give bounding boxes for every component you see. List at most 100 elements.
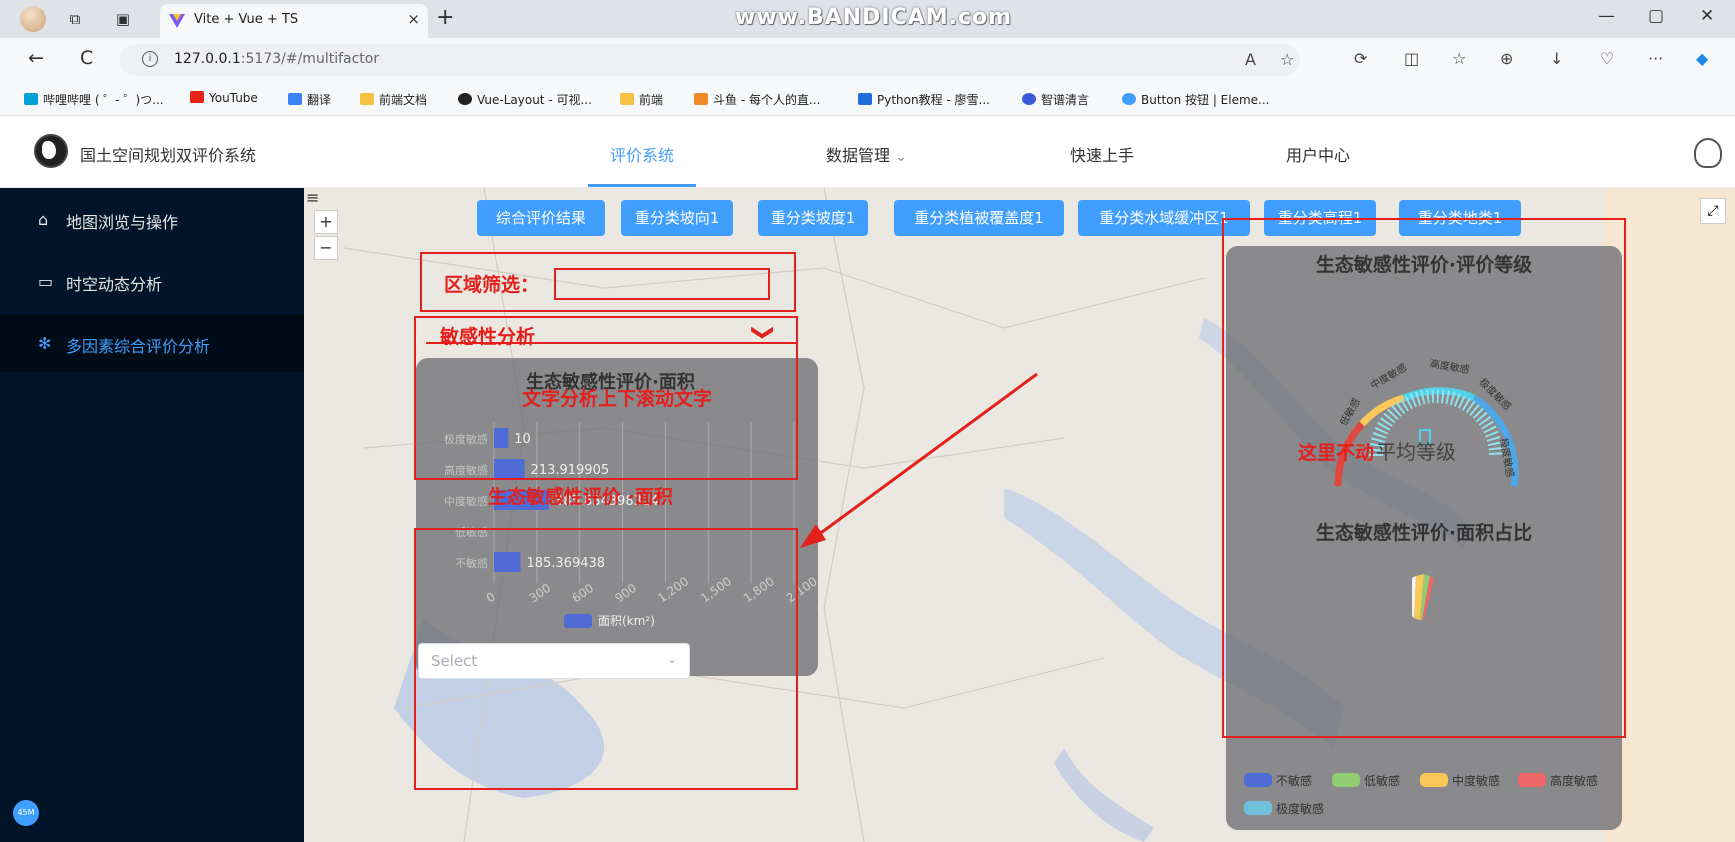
layers-menu-icon[interactable]: ≡ [306, 188, 319, 207]
close-window-icon[interactable]: ✕ [1700, 6, 1714, 26]
layer-button-aspect[interactable]: 重分类坡向1 [621, 200, 733, 236]
profile-avatar[interactable] [20, 6, 46, 32]
url-host: 127.0.0.1 [174, 51, 241, 67]
legend-label: 低敏感 [1364, 774, 1401, 788]
maximize-icon[interactable]: ▢ [1648, 6, 1664, 26]
monitor-icon: ▭ [38, 272, 54, 291]
bookmark-item[interactable]: Vue-Layout - 可视... [458, 91, 592, 108]
browser-tab[interactable]: Vite + Vue + TS × [160, 4, 428, 38]
legend-item[interactable]: 中度敏感 [1420, 772, 1500, 789]
bookmark-item[interactable]: Python教程 - 廖雪... [858, 91, 990, 108]
bookmark-item[interactable]: 智谱清言 [1022, 91, 1089, 108]
annotation-underline [426, 342, 796, 344]
bookmark-item[interactable]: 前端文档 [360, 91, 427, 108]
back-icon[interactable]: ← [28, 47, 44, 69]
close-tab-icon[interactable]: × [407, 10, 420, 28]
zoom-out-button[interactable]: − [314, 236, 338, 260]
legend-swatch [1420, 773, 1448, 787]
legend-swatch [1244, 773, 1272, 787]
bookmark-label: Python教程 - 廖雪... [877, 93, 990, 107]
youtube-icon [190, 91, 204, 103]
minimize-icon[interactable]: — [1598, 6, 1615, 26]
nav-evaluation-system[interactable]: 评价系统 [610, 142, 674, 166]
nav-quick-start[interactable]: 快速上手 [1070, 142, 1134, 166]
url-path: :5173/#/multifactor [240, 51, 380, 67]
url-text: 127.0.0.1:5173/#/multifactor [174, 51, 379, 67]
globe-logo-icon [34, 134, 68, 168]
collapse-chevron-icon[interactable]: ❯ [751, 323, 776, 341]
tab-actions-icon[interactable]: ▣ [112, 8, 134, 30]
browser-tab-bar: ⧉ ▣ Vite + Vue + TS × + www.BANDICAM.com… [0, 0, 1735, 38]
bookmark-label: 智谱清言 [1041, 93, 1090, 107]
nav-data-management[interactable]: 数据管理 ⌄ [826, 142, 907, 166]
split-screen-icon[interactable]: ◫ [1404, 49, 1419, 68]
bookmark-item[interactable]: 前端 [620, 91, 663, 108]
legend-item[interactable]: 低敏感 [1332, 772, 1400, 789]
translate-icon [288, 93, 302, 105]
area-title-annotation: 生态敏感性评价 ·面积 [488, 486, 673, 508]
fullscreen-icon[interactable]: ⤢ [1700, 198, 1726, 224]
sidebar: ⌂ 地图浏览与操作 ▭ 时空动态分析 ✻ 多因素综合评价分析 45M [0, 188, 304, 842]
right-panel-annotation-box [1222, 218, 1626, 738]
bookmark-label: 斗鱼 - 每个人的直... [713, 93, 821, 107]
bookmark-label: Vue-Layout - 可视... [477, 93, 592, 107]
more-options-icon[interactable]: ··· [1648, 49, 1663, 68]
sidebar-item-label: 多因素综合评价分析 [66, 337, 211, 356]
nav-data-management-label: 数据管理 [826, 146, 891, 165]
extensions-icon[interactable]: ⟳ [1354, 49, 1367, 68]
douyu-icon [694, 93, 708, 105]
home-icon: ⌂ [38, 210, 49, 229]
region-filter-input[interactable] [554, 268, 770, 300]
bookmark-item[interactable]: YouTube [190, 91, 258, 105]
layer-button-composite[interactable]: 综合评价结果 [477, 200, 605, 236]
favorites-icon[interactable]: ☆ [1452, 49, 1466, 68]
folder-icon [620, 93, 634, 105]
legend-item[interactable]: 高度敏感 [1518, 772, 1598, 789]
copilot-icon[interactable]: ◆ [1696, 49, 1708, 68]
sidebar-item-spatiotemporal[interactable]: ▭ 时空动态分析 [0, 252, 304, 310]
bookmark-label: 前端 [639, 93, 664, 107]
reload-icon[interactable]: C [80, 47, 93, 69]
layer-button-vegetation[interactable]: 重分类植被覆盖度1 [894, 200, 1064, 236]
github-icon [458, 93, 472, 105]
scroll-text-annotation: 文字分析上下滚动文字 [522, 388, 713, 410]
new-tab-button[interactable]: + [436, 5, 454, 30]
legend-item[interactable]: 不敏感 [1244, 772, 1312, 789]
folder-icon [360, 93, 374, 105]
bookmark-item[interactable]: 翻译 [288, 91, 331, 108]
address-bar-row: ← C i 127.0.0.1:5173/#/multifactor A ☆ ⟳… [0, 38, 1735, 82]
sensitivity-analysis-label: 敏感性分析 [440, 326, 536, 348]
gear-icon: ✻ [38, 334, 52, 353]
site-info-icon[interactable]: i [142, 51, 158, 67]
bookmark-item[interactable]: 哔哩哔哩 ( ゜- ゜)つ... [24, 91, 164, 108]
favorite-star-icon[interactable]: ☆ [1280, 50, 1294, 69]
bookmark-label: Button 按钮 | Eleme... [1141, 93, 1270, 107]
recording-watermark: www.BANDICAM.com [735, 5, 1013, 30]
layer-button-slope[interactable]: 重分类坡度1 [758, 200, 868, 236]
legend-swatch [1332, 773, 1360, 787]
zhipu-icon [1022, 93, 1036, 105]
map-canvas[interactable]: ≡ + − ⤢ 综合评价结果 重分类坡向1 重分类坡度1 重分类植被覆盖度1 重… [304, 188, 1735, 842]
legend-item[interactable]: 极度敏感 [1244, 800, 1324, 817]
read-aloud-icon[interactable]: A [1245, 50, 1256, 69]
legend-swatch [1518, 773, 1546, 787]
user-avatar[interactable] [1694, 138, 1722, 168]
floating-badge[interactable]: 45M [13, 800, 39, 826]
zoom-in-button[interactable]: + [314, 210, 338, 234]
downloads-icon[interactable]: ↓ [1550, 49, 1563, 68]
collections-icon[interactable]: ⊕ [1500, 49, 1513, 68]
workspaces-icon[interactable]: ⧉ [64, 8, 86, 30]
bookmark-label: 翻译 [307, 93, 332, 107]
bookmark-label: YouTube [209, 91, 258, 105]
sidebar-item-label: 地图浏览与操作 [66, 213, 179, 232]
url-input[interactable]: i 127.0.0.1:5173/#/multifactor A ☆ [120, 44, 1300, 76]
bookmark-item[interactable]: Button 按钮 | Eleme... [1122, 91, 1270, 108]
sidebar-item-map-browse[interactable]: ⌂ 地图浏览与操作 [0, 190, 304, 248]
bookmark-item[interactable]: 斗鱼 - 每个人的直... [694, 91, 820, 108]
nav-user-center[interactable]: 用户中心 [1286, 142, 1350, 166]
sidebar-item-multifactor[interactable]: ✻ 多因素综合评价分析 [0, 314, 304, 372]
tab-title: Vite + Vue + TS [194, 12, 299, 27]
legend-label: 高度敏感 [1550, 774, 1599, 788]
performance-icon[interactable]: ♡ [1600, 49, 1614, 68]
chevron-down-icon: ⌄ [895, 149, 907, 165]
